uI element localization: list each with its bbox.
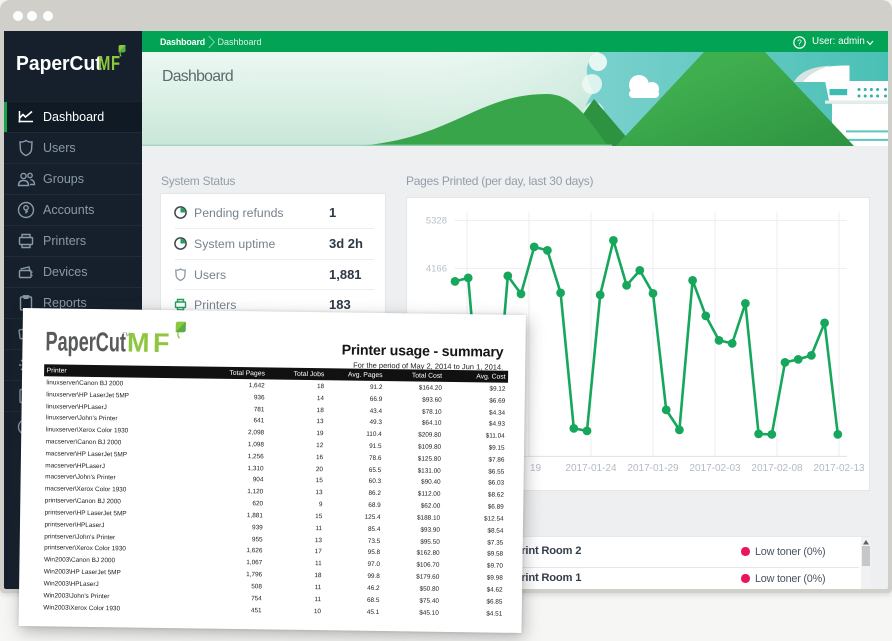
- svg-text:5328: 5328: [426, 216, 447, 227]
- svg-text:?: ?: [797, 37, 802, 47]
- svg-text:2017-02-13: 2017-02-13: [813, 463, 865, 474]
- svg-text:19: 19: [530, 463, 542, 474]
- svg-text:2017-01-29: 2017-01-29: [627, 463, 679, 474]
- svg-text:4166: 4166: [426, 264, 447, 275]
- svg-text:2017-02-08: 2017-02-08: [751, 463, 803, 474]
- svg-text:2017-01-24: 2017-01-24: [565, 463, 617, 474]
- svg-text:2017-02-03: 2017-02-03: [689, 463, 741, 474]
